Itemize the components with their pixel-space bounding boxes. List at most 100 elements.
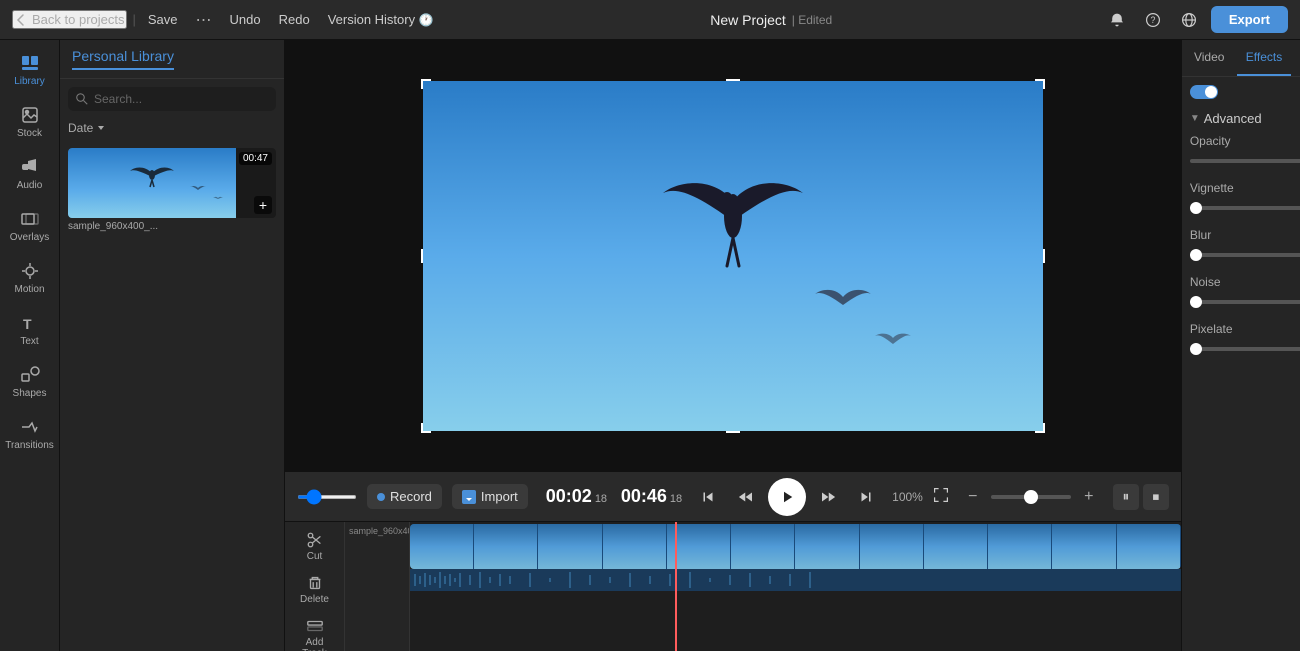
sidebar-item-shapes[interactable]: Shapes bbox=[0, 357, 59, 407]
back-label: Back to projects bbox=[32, 12, 125, 27]
save-more-button[interactable]: ⋯ bbox=[190, 6, 218, 34]
playhead bbox=[675, 522, 677, 651]
tab-video[interactable]: Video bbox=[1182, 40, 1237, 76]
noise-property: Noise 0 ↺ bbox=[1190, 275, 1300, 310]
opacity-slider-row: ↺ bbox=[1190, 152, 1300, 169]
vignette-slider[interactable] bbox=[1190, 206, 1300, 210]
video-thumbnail[interactable]: 00:47 + sample_960x400_... bbox=[68, 148, 276, 232]
loop-switch[interactable] bbox=[1190, 85, 1218, 99]
advanced-section-header[interactable]: ▼ Advanced bbox=[1190, 111, 1300, 126]
date-label: Date bbox=[68, 121, 93, 135]
sidebar-item-overlays[interactable]: Overlays bbox=[0, 201, 59, 251]
topbar-center: New Project | Edited bbox=[448, 12, 1095, 28]
vignette-slider-row: ↺ bbox=[1190, 199, 1300, 216]
sidebar-item-motion[interactable]: Motion bbox=[0, 253, 59, 303]
search-bar bbox=[68, 87, 276, 111]
topbar: Back to projects | Save ⋯ Undo Redo Vers… bbox=[0, 0, 1300, 40]
notifications-button[interactable] bbox=[1103, 6, 1131, 34]
library-content: 00:47 + sample_960x400_... bbox=[60, 140, 284, 651]
sidebar-item-label: Motion bbox=[14, 284, 44, 295]
version-history-button[interactable]: Version History 🕐 bbox=[322, 9, 440, 30]
pixelate-label: Pixelate bbox=[1190, 322, 1233, 336]
undo-button[interactable]: Undo bbox=[224, 9, 267, 30]
import-button[interactable]: Import bbox=[452, 484, 528, 509]
sidebar-item-text[interactable]: T Text bbox=[0, 305, 59, 355]
save-button[interactable]: Save bbox=[142, 9, 184, 30]
add-track-label: Add Track bbox=[293, 637, 337, 651]
zoom-slider[interactable] bbox=[991, 495, 1071, 499]
redo-button[interactable]: Redo bbox=[273, 9, 316, 30]
right-tabs: Video Effects Color Audio bbox=[1182, 40, 1300, 77]
effects-top bbox=[1190, 85, 1300, 99]
fast-forward-button[interactable] bbox=[812, 481, 844, 513]
opacity-slider[interactable] bbox=[1190, 159, 1300, 163]
noise-slider[interactable] bbox=[1190, 300, 1300, 304]
language-button[interactable] bbox=[1175, 6, 1203, 34]
vignette-property: Vignette 0 ↺ bbox=[1190, 181, 1300, 216]
track-content[interactable] bbox=[410, 522, 1181, 651]
sidebar-item-audio[interactable]: Audio bbox=[0, 149, 59, 199]
current-time-display: 00:02 18 00:46 18 bbox=[546, 486, 682, 507]
search-icon bbox=[76, 93, 88, 105]
video-track-block[interactable] bbox=[410, 524, 1181, 569]
zoom-in-button[interactable]: + bbox=[1075, 483, 1103, 511]
personal-library-tab[interactable]: Personal Library bbox=[72, 48, 174, 70]
main-area: Library Stock Audio Overlays Motion T Te… bbox=[0, 40, 1300, 651]
stop-button[interactable]: ⏹ bbox=[1143, 484, 1169, 510]
svg-text:?: ? bbox=[1150, 15, 1155, 25]
controls-bar: Record Import 00:02 18 00:46 18 bbox=[285, 471, 1181, 521]
noise-label: Noise bbox=[1190, 275, 1221, 289]
back-to-projects-button[interactable]: Back to projects bbox=[12, 10, 127, 29]
import-icon bbox=[462, 490, 476, 504]
waveform-svg bbox=[410, 569, 1181, 591]
sidebar-item-transitions[interactable]: Transitions bbox=[0, 409, 59, 459]
record-dot bbox=[377, 493, 385, 501]
video-content bbox=[423, 81, 1043, 431]
blur-label-row: Blur 0 bbox=[1190, 228, 1300, 242]
export-button[interactable]: Export bbox=[1211, 6, 1288, 33]
pixelate-slider[interactable] bbox=[1190, 347, 1300, 351]
vignette-label: Vignette bbox=[1190, 181, 1234, 195]
blur-label: Blur bbox=[1190, 228, 1211, 242]
rewind-button[interactable] bbox=[730, 481, 762, 513]
total-frames: 18 bbox=[670, 493, 682, 505]
skip-to-start-button[interactable] bbox=[692, 481, 724, 513]
sidebar: Library Stock Audio Overlays Motion T Te… bbox=[0, 40, 60, 651]
progress-scrubber[interactable] bbox=[297, 495, 357, 499]
sidebar-item-stock[interactable]: Stock bbox=[0, 97, 59, 147]
cut-button[interactable]: Cut bbox=[288, 526, 342, 567]
pause-button[interactable]: ⏸ bbox=[1113, 484, 1139, 510]
skip-to-end-button[interactable] bbox=[850, 481, 882, 513]
blur-slider[interactable] bbox=[1190, 253, 1300, 257]
thumb-add-button[interactable]: + bbox=[254, 196, 272, 214]
tab-effects[interactable]: Effects bbox=[1237, 40, 1292, 76]
sidebar-item-label: Library bbox=[14, 76, 45, 87]
opacity-property: Opacity 100 ↺ bbox=[1190, 134, 1300, 169]
delete-button[interactable]: Delete bbox=[288, 569, 342, 610]
filter-options-button[interactable] bbox=[262, 119, 276, 136]
tab-color[interactable]: Color bbox=[1291, 40, 1300, 76]
add-track-button[interactable]: Add Track bbox=[288, 612, 342, 651]
fullscreen-button[interactable] bbox=[933, 487, 949, 506]
zoom-percent: 100% bbox=[892, 490, 923, 504]
play-pause-button[interactable] bbox=[768, 478, 806, 516]
date-filter-button[interactable]: Date bbox=[68, 121, 106, 135]
thumb-preview bbox=[68, 148, 236, 218]
svg-text:T: T bbox=[23, 316, 32, 332]
chevron-icon: ▼ bbox=[1190, 113, 1200, 124]
video-background bbox=[423, 81, 1043, 431]
transport-controls: ⏸ ⏹ bbox=[1113, 484, 1169, 510]
record-button[interactable]: Record bbox=[367, 484, 442, 509]
noise-slider-row: ↺ bbox=[1190, 293, 1300, 310]
audio-waveform bbox=[410, 569, 1181, 591]
search-input[interactable] bbox=[94, 92, 268, 106]
film-strip bbox=[410, 524, 1181, 569]
zoom-out-button[interactable]: − bbox=[959, 483, 987, 511]
zoom-control: − + bbox=[959, 483, 1103, 511]
blur-slider-row: ↺ bbox=[1190, 246, 1300, 263]
noise-label-row: Noise 0 bbox=[1190, 275, 1300, 289]
track-label: sample_960x400_ocean_with_audio.mp4 bbox=[345, 522, 410, 651]
sidebar-item-library[interactable]: Library bbox=[0, 45, 59, 95]
help-button[interactable]: ? bbox=[1139, 6, 1167, 34]
sidebar-item-label: Audio bbox=[17, 180, 43, 191]
